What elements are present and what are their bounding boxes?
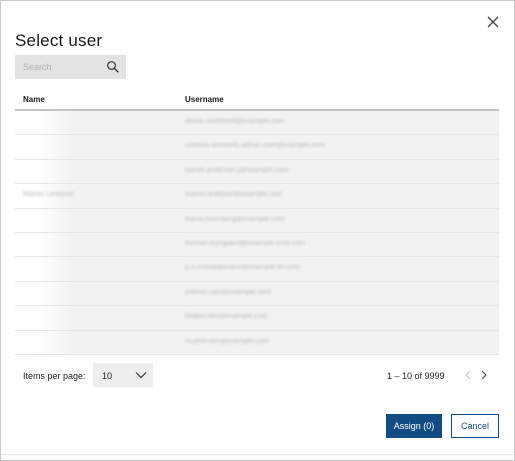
cell-name: Marion Lindqvist: [23, 191, 74, 199]
table-row[interactable]: kbaker.dev@example.com: [15, 306, 499, 331]
cell-username: maria.rosenberg@example.com: [185, 215, 285, 223]
search-icon[interactable]: [106, 60, 120, 74]
table-row[interactable]: thomas.wyngaard@example-corp.com: [15, 232, 499, 258]
cancel-button[interactable]: Cancel: [451, 414, 499, 438]
column-header-username[interactable]: Username: [185, 95, 224, 104]
table-row[interactable]: devon.smithfield@example.com: [15, 111, 499, 136]
table-row[interactable]: p.o.cristobalevans@example-fin.com: [15, 257, 499, 282]
cell-username: marion.lindqvist@example.com: [185, 191, 283, 199]
page-range-label: 1 – 10 of 9999: [387, 371, 445, 381]
cell-username: p.o.cristobalevans@example-fin.com: [185, 264, 300, 272]
dialog-title: Select user: [15, 31, 103, 50]
paginator: Items per page: 10 1 – 10 of 9999: [15, 361, 499, 389]
items-per-page-label: Items per page:: [23, 371, 86, 381]
chevron-right-icon[interactable]: [480, 370, 488, 382]
cell-username: jnielsen.ops@example.com: [185, 288, 271, 296]
cell-username: m.petersen@example.com: [185, 337, 269, 345]
table-body: devon.smithfield@example.com contoso.acco…: [15, 111, 499, 355]
assign-button[interactable]: Assign (0): [386, 414, 442, 438]
cell-username: contoso.accounts.admin.user@example.com: [185, 142, 325, 150]
table-header: Name Username: [15, 87, 499, 111]
cell-username: harriet.anderson.j@example.com: [185, 166, 289, 174]
search-input[interactable]: [15, 55, 101, 79]
table-row[interactable]: jnielsen.ops@example.com: [15, 281, 499, 307]
table-row[interactable]: maria.rosenberg@example.com: [15, 208, 499, 233]
search-field[interactable]: [15, 55, 126, 79]
column-header-name[interactable]: Name: [23, 95, 45, 104]
table-row[interactable]: harriet.anderson.j@example.com: [15, 159, 499, 185]
items-per-page-select[interactable]: 10: [93, 363, 153, 387]
table-row[interactable]: contoso.accounts.admin.user@example.com: [15, 135, 499, 160]
users-table: Name Username devon.smithfield@example.c…: [15, 87, 499, 355]
cell-username: kbaker.dev@example.com: [185, 313, 268, 321]
chevron-down-icon: [135, 371, 147, 381]
select-user-dialog: Select user Name Username devon.smithfie…: [0, 0, 515, 461]
cell-username: thomas.wyngaard@example-corp.com: [185, 239, 305, 247]
items-per-page-value: 10: [102, 371, 113, 381]
cell-username: devon.smithfield@example.com: [185, 118, 285, 125]
table-row[interactable]: Marion Lindqvist marion.lindqvist@example…: [15, 184, 499, 209]
close-icon[interactable]: [485, 14, 501, 30]
divider: [1, 454, 515, 455]
table-row[interactable]: m.petersen@example.com: [15, 330, 499, 355]
chevron-left-icon[interactable]: [464, 370, 472, 382]
